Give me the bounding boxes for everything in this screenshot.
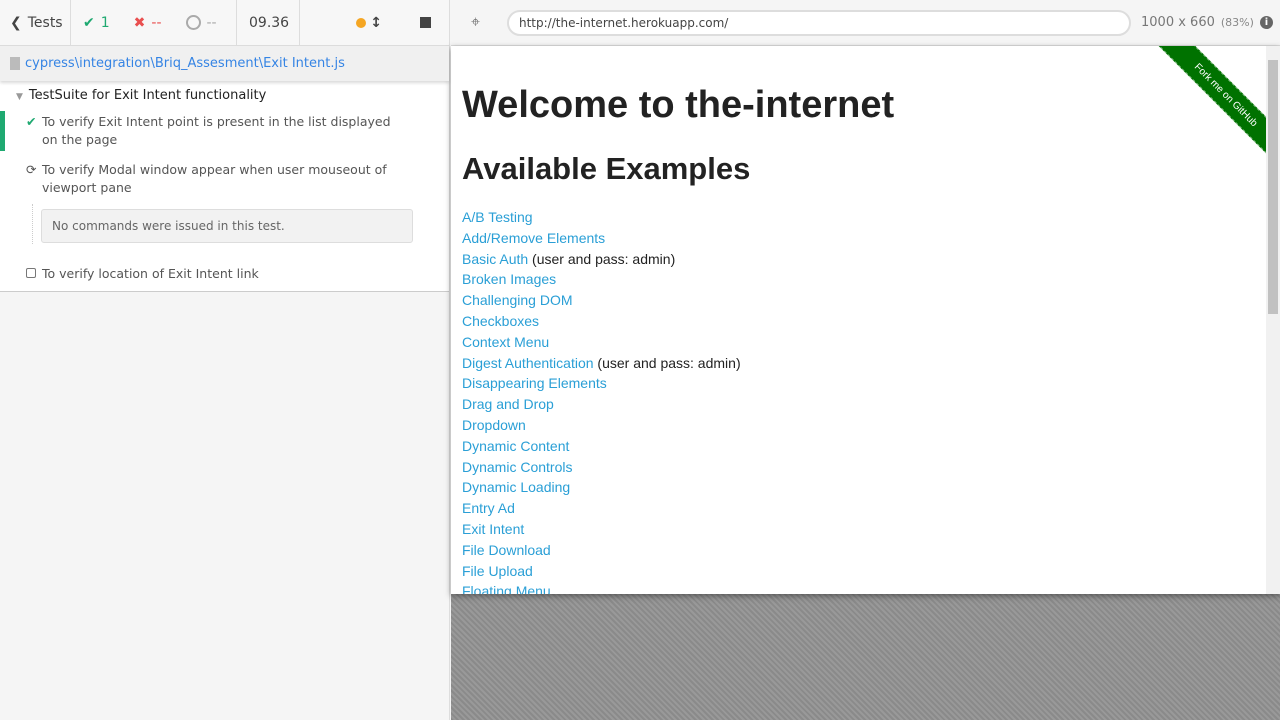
example-link[interactable]: File Upload [462,563,533,579]
example-link[interactable]: Drag and Drop [462,396,554,412]
example-link[interactable]: Add/Remove Elements [462,230,605,246]
test-item-running[interactable]: ⟳ To verify Modal window appear when use… [0,159,449,199]
list-item: Dynamic Content [462,436,741,457]
example-link[interactable]: Exit Intent [462,521,524,537]
file-icon [10,57,20,70]
examples-list: A/B Testing Add/Remove Elements Basic Auth… [462,207,741,594]
example-link[interactable]: File Download [462,542,551,558]
example-link[interactable]: Disappearing Elements [462,375,607,391]
chevron-left-icon: ❮ [10,14,22,31]
refresh-icon: ⟳ [26,162,37,177]
example-link[interactable]: Dropdown [462,417,526,433]
test-list: ▼ TestSuite for Exit Intent functionality… [0,81,449,292]
example-link[interactable]: Broken Images [462,271,556,287]
selector-playground-icon[interactable]: ⌖ [471,12,480,32]
pending-count: -- [206,14,217,31]
test-item-passed[interactable]: ✔ To verify Exit Intent point is present… [0,111,449,151]
failed-count: -- [151,14,162,31]
passed-count: 1 [100,14,110,31]
example-link[interactable]: Floating Menu [462,583,551,594]
x-icon: ✖ [133,14,146,31]
example-link[interactable]: Digest Authentication [462,355,594,371]
url-bar[interactable]: http://the-internet.herokuapp.com/ [507,9,1131,36]
info-icon[interactable]: i [1259,16,1273,29]
spec-file-bar: cypress\integration\Briq_Assesment\Exit … [0,46,449,81]
list-item: Challenging DOM [462,290,741,311]
example-link[interactable]: Dynamic Content [462,438,569,454]
list-item: Dropdown [462,415,741,436]
example-link[interactable]: Context Menu [462,334,549,350]
list-item: Floating Menu [462,581,741,594]
example-link[interactable]: A/B Testing [462,209,533,225]
list-item: Disappearing Elements [462,373,741,394]
example-link[interactable]: Challenging DOM [462,292,573,308]
scrollbar[interactable] [1266,46,1280,594]
suite-title[interactable]: ▼ TestSuite for Exit Intent functionality [0,81,449,107]
list-item: Add/Remove Elements [462,228,741,249]
checkbox-icon [26,265,42,283]
check-icon: ✔ [83,14,95,31]
list-item: Broken Images [462,269,741,290]
list-item: Basic Auth (user and pass: admin) [462,249,741,270]
back-to-tests-button[interactable]: ❮ Tests [0,0,71,45]
duration: 09.36 [237,0,300,45]
spec-file-path[interactable]: cypress\integration\Briq_Assesment\Exit … [25,56,345,71]
list-item: Dynamic Controls [462,457,741,478]
list-item: Checkboxes [462,311,741,332]
list-item: Dynamic Loading [462,477,741,498]
viewport-size: 1000 x 660 [1141,15,1215,30]
example-link[interactable]: Entry Ad [462,500,515,516]
scroll-toggle-icon[interactable]: ↕ [370,15,382,31]
page-heading: Welcome to the-internet [462,84,895,126]
test-item-pending[interactable]: To verify location of Exit Intent link [0,263,449,285]
list-item: Context Menu [462,332,741,353]
section-heading: Available Examples [462,151,751,186]
running-indicator-icon [356,17,367,28]
list-item: A/B Testing [462,207,741,228]
viewport-scale: (83%) [1220,16,1254,29]
reporter-header: ❮ Tests ✔ 1 ✖ -- -- 09.36 ↕ [0,0,449,46]
list-item: File Download [462,540,741,561]
app-preview: ⌖ http://the-internet.herokuapp.com/ 100… [451,0,1280,720]
list-item: Drag and Drop [462,394,741,415]
link-note: (user and pass: admin) [593,354,741,371]
github-ribbon[interactable]: Fork me on GitHub [1153,46,1280,168]
list-item: Entry Ad [462,498,741,519]
example-link[interactable]: Dynamic Controls [462,459,572,475]
browser-toolbar: ⌖ http://the-internet.herokuapp.com/ 100… [451,0,1280,46]
example-link[interactable]: Basic Auth [462,251,528,267]
pending-circle-icon [185,15,201,30]
reporter-panel: ❮ Tests ✔ 1 ✖ -- -- 09.36 ↕ cypress\integra… [0,0,450,720]
list-item: Exit Intent [462,519,741,540]
list-item: Digest Authentication (user and pass: ad… [462,353,741,374]
app-iframe: Welcome to the-internet Available Exampl… [451,46,1280,594]
caret-down-icon: ▼ [16,92,23,102]
check-icon: ✔ [26,114,37,129]
example-link[interactable]: Checkboxes [462,313,539,329]
link-note: (user and pass: admin) [528,250,676,267]
list-item: File Upload [462,561,741,582]
example-link[interactable]: Dynamic Loading [462,479,570,495]
no-commands-message: No commands were issued in this test. [32,204,413,244]
stop-button[interactable] [420,17,431,28]
